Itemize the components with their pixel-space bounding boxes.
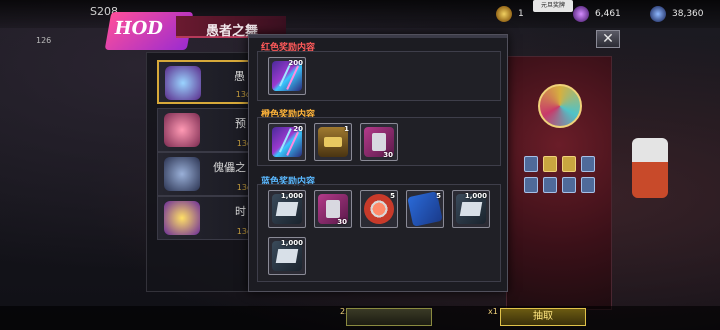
reward-item[interactable]: 5 xyxy=(360,190,398,228)
currency-gem[interactable]: 6,461 xyxy=(573,6,621,22)
blue-crystal-icon xyxy=(650,6,666,22)
currency-crystal-value: 38,360 xyxy=(672,9,704,19)
card-icon xyxy=(524,177,538,193)
blue-reward-box: 1,000 30 5 5 1,000 1,000 xyxy=(257,184,501,282)
event-art-icon xyxy=(164,201,200,235)
reward-popup: 红色奖励内容 200 橙色奖励内容 20 1 30 蓝色奖励内容 1,000 3… xyxy=(248,34,508,292)
reward-item[interactable]: 200 xyxy=(268,57,306,95)
event-art-icon xyxy=(164,157,200,191)
draw-button[interactable]: 抽取 xyxy=(500,308,586,326)
currency-gem-value: 6,461 xyxy=(595,9,621,19)
item-qty: 1,000 xyxy=(280,239,303,247)
item-qty: 20 xyxy=(293,125,303,133)
event-art-icon xyxy=(164,113,200,147)
right-cost: x1 xyxy=(488,307,498,316)
item-qty: 1,000 xyxy=(464,192,487,200)
event-tab-label: 愚 xyxy=(234,70,245,83)
item-qty: 200 xyxy=(288,59,303,67)
currency-gold-value: 1 xyxy=(518,9,524,19)
item-qty: 5 xyxy=(436,192,441,200)
item-qty: 5 xyxy=(390,192,395,200)
event-tab-2[interactable]: 预 13d xyxy=(157,108,257,152)
reward-item[interactable]: 5 xyxy=(406,190,444,228)
red-reward-box: 200 xyxy=(257,51,501,101)
event-tab-3[interactable]: 傀儡之 13d xyxy=(157,152,257,196)
popup-header-line xyxy=(249,35,507,38)
event-tab-label: 预 xyxy=(235,117,246,130)
reward-item[interactable]: 30 xyxy=(360,123,398,161)
clown-box-icon xyxy=(632,138,668,198)
gold-medal-icon xyxy=(496,6,512,22)
item-qty: 30 xyxy=(383,151,393,159)
item-qty: 1,000 xyxy=(280,192,303,200)
event-tab-label: 时 xyxy=(235,205,246,218)
purple-gem-icon xyxy=(573,6,589,22)
reward-item[interactable]: 1,000 xyxy=(268,237,306,275)
event-art-icon xyxy=(165,66,201,100)
orange-reward-box: 20 1 30 xyxy=(257,117,501,166)
item-qty: 30 xyxy=(337,218,347,226)
logo-text: HOD xyxy=(112,18,165,39)
item-qty: 1 xyxy=(344,125,349,133)
card-icon xyxy=(581,177,595,193)
reward-item[interactable]: 1,000 xyxy=(268,190,306,228)
card-grid xyxy=(524,156,604,193)
close-button[interactable]: ✕ xyxy=(596,30,620,48)
currency-gold[interactable]: 1 xyxy=(496,6,524,22)
card-icon xyxy=(524,156,538,172)
card-icon xyxy=(562,177,576,193)
card-icon xyxy=(581,156,595,172)
event-tab-1[interactable]: 愚 13d xyxy=(157,60,257,104)
player-level: 126 xyxy=(36,36,52,45)
reward-item[interactable]: 1,000 xyxy=(452,190,490,228)
currency-crystal[interactable]: 38,360 xyxy=(650,6,704,22)
draw-once-button[interactable] xyxy=(346,308,432,326)
event-tag: 元旦奖牌 xyxy=(533,0,573,12)
card-icon xyxy=(543,177,557,193)
reward-item[interactable]: 20 xyxy=(268,123,306,161)
roulette-wheel-icon xyxy=(538,84,582,128)
event-tab-label: 傀儡之 xyxy=(213,161,246,174)
card-icon xyxy=(562,156,576,172)
reward-item[interactable]: 30 xyxy=(314,190,352,228)
event-tab-4[interactable]: 时 13d xyxy=(157,196,257,240)
reward-item[interactable]: 1 xyxy=(314,123,352,161)
card-icon xyxy=(543,156,557,172)
